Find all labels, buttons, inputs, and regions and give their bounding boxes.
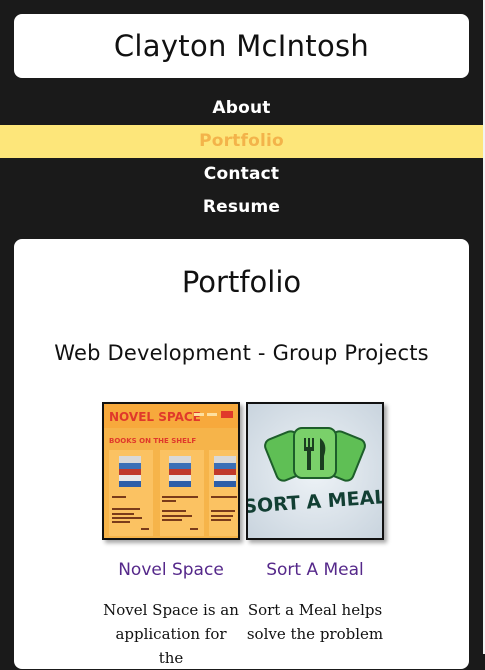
novel-space-shelf-heading: BOOKS ON THE SHELF xyxy=(109,437,196,445)
project-card-novel-space: NOVEL SPACE BOOKS ON THE SHELF Novel Spa… xyxy=(102,402,242,670)
site-title: Clayton McIntosh xyxy=(113,29,370,63)
sort-a-meal-link[interactable]: Sort A Meal xyxy=(246,560,384,580)
novel-space-screenshot: NOVEL SPACE BOOKS ON THE SHELF xyxy=(104,404,238,538)
sort-a-meal-logo: SORT A MEAL xyxy=(248,404,382,538)
sort-a-meal-thumbnail[interactable]: SORT A MEAL xyxy=(246,402,384,540)
section-title: Web Development - Group Projects xyxy=(54,341,429,365)
novel-space-brand: NOVEL SPACE xyxy=(109,410,201,424)
nav-item-resume[interactable]: Resume xyxy=(0,191,483,224)
novel-space-thumbnail[interactable]: NOVEL SPACE BOOKS ON THE SHELF xyxy=(102,402,240,540)
nav-item-contact[interactable]: Contact xyxy=(0,158,483,191)
nav-item-portfolio[interactable]: Portfolio xyxy=(0,125,483,158)
sort-a-meal-description: Sort a Meal helps solve the problem xyxy=(246,601,384,643)
nav-item-about[interactable]: About xyxy=(0,92,483,125)
project-card-sort-a-meal: SORT A MEAL Sort A Meal Sort a Meal help… xyxy=(246,402,386,646)
main-nav: About Portfolio Contact Resume xyxy=(0,92,483,224)
portfolio-card: Portfolio Web Development - Group Projec… xyxy=(14,239,469,669)
page-title: Portfolio xyxy=(181,265,302,299)
novel-space-link[interactable]: Novel Space xyxy=(102,560,240,580)
site-header: Clayton McIntosh xyxy=(14,14,469,78)
novel-space-description: Novel Space is an application for the xyxy=(103,601,239,667)
